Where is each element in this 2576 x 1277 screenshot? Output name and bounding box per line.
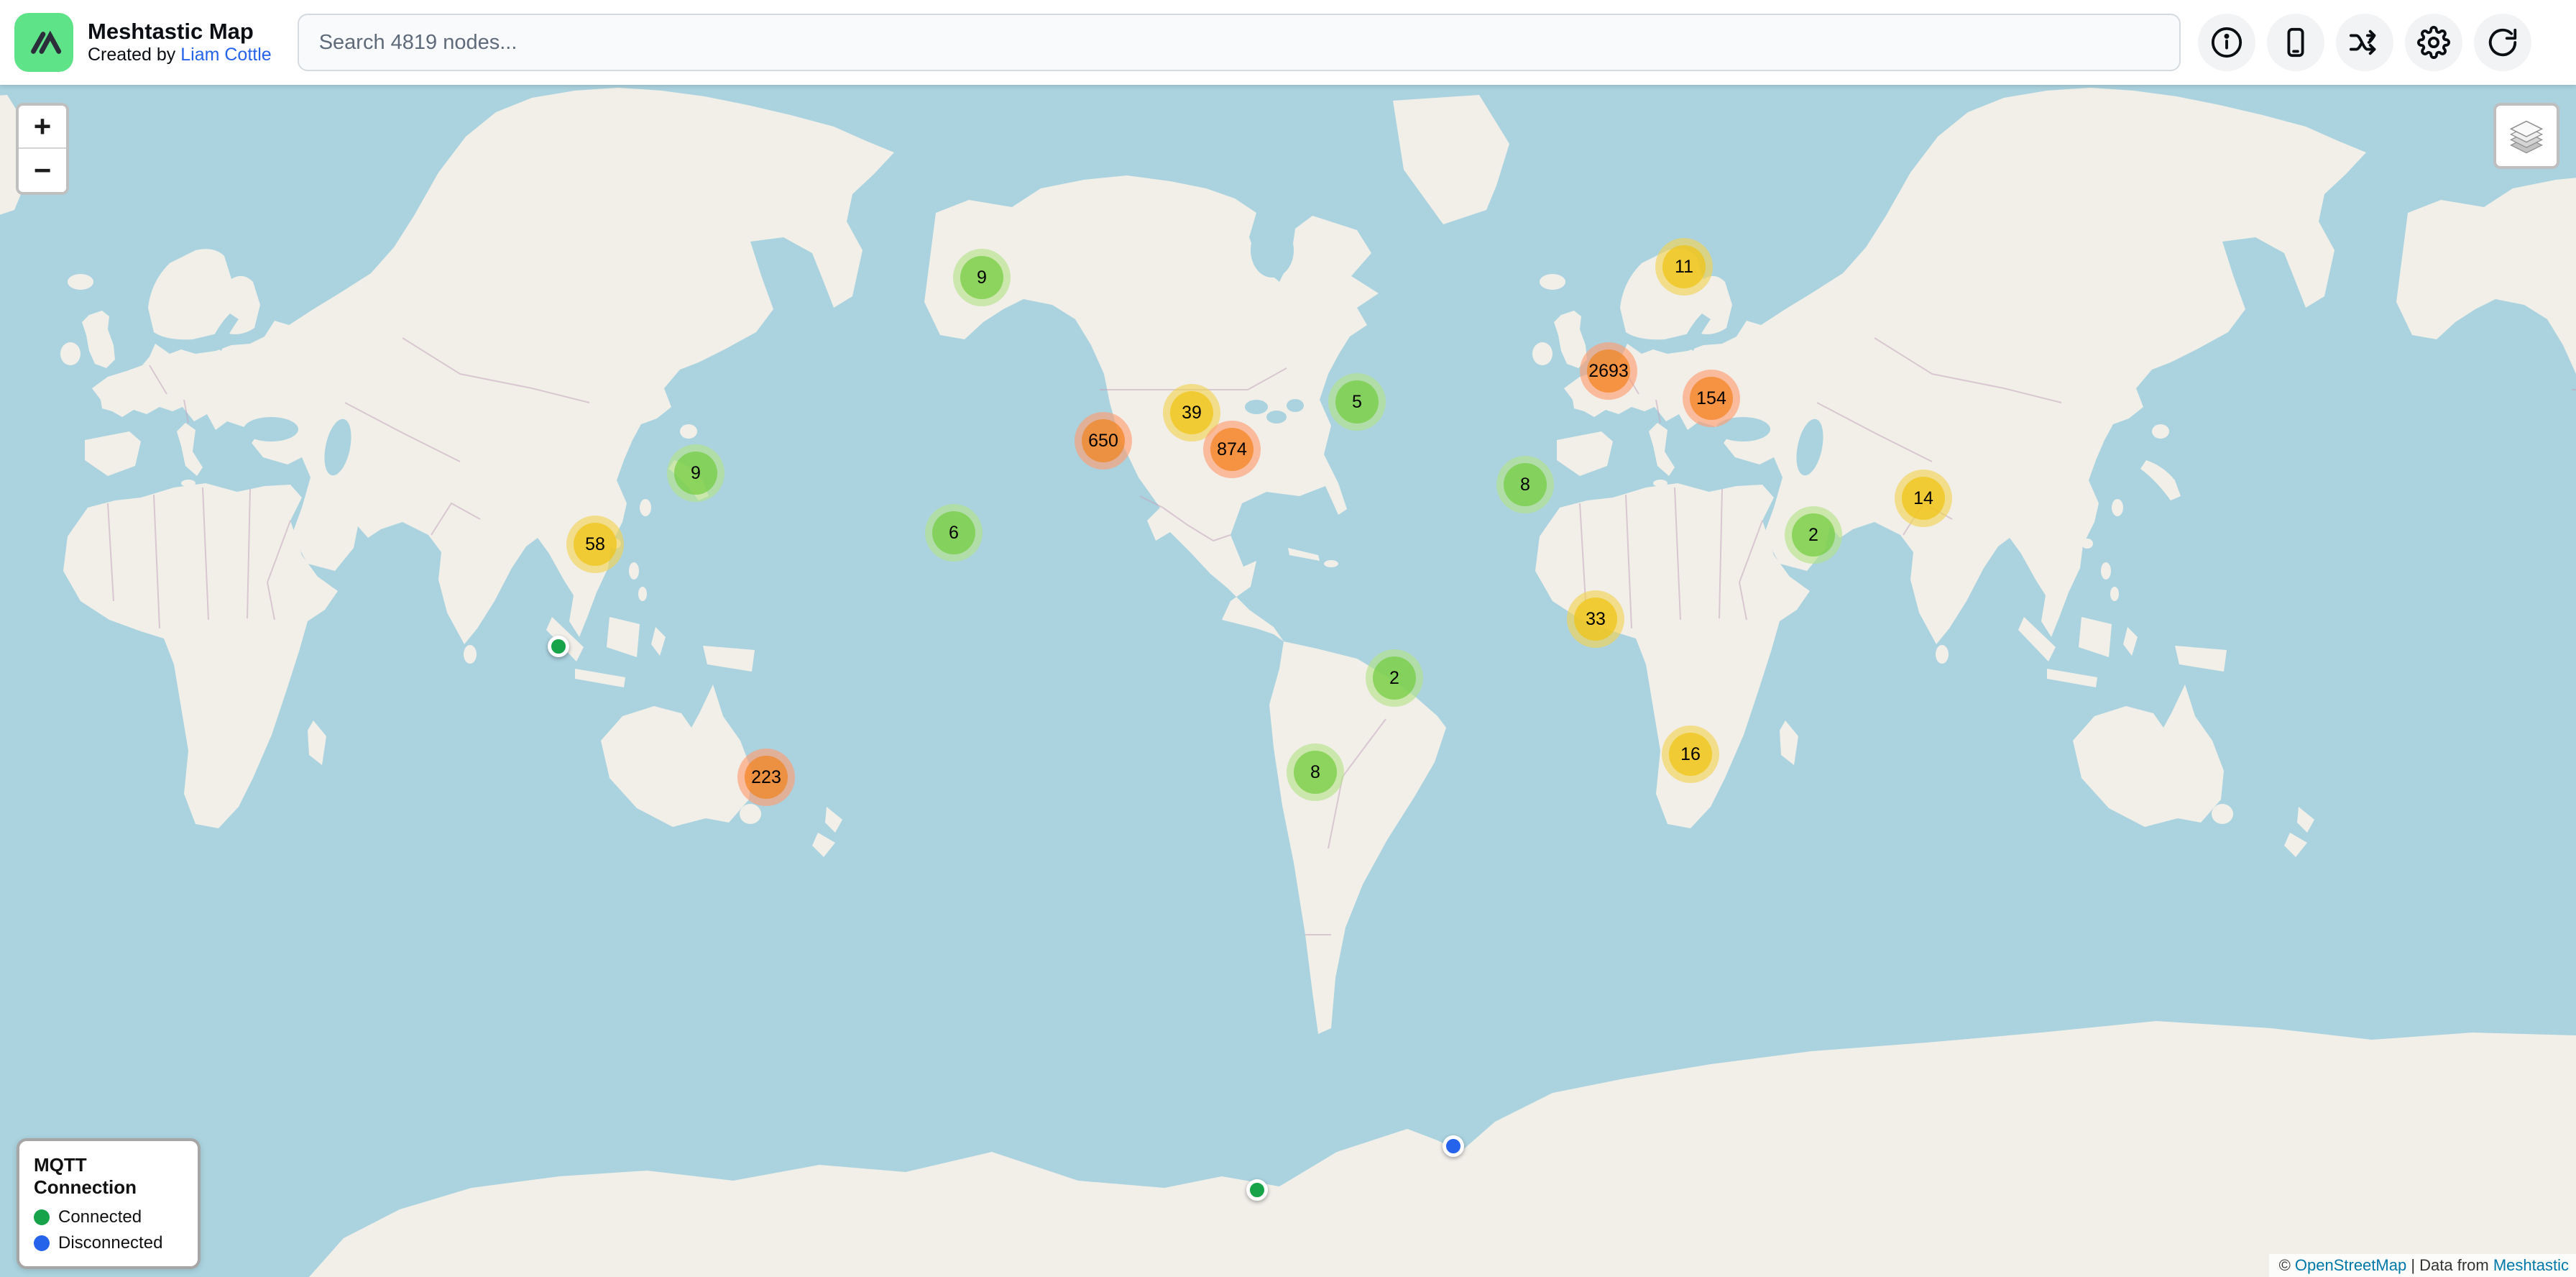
node-cluster-marker[interactable]: 154 [1683, 370, 1740, 427]
cluster-count: 39 [1182, 404, 1202, 422]
layers-icon [2506, 116, 2547, 156]
node-cluster-marker[interactable]: 8 [1287, 743, 1344, 801]
cluster-count: 9 [977, 269, 987, 287]
node-cluster-marker[interactable]: 8 [1496, 456, 1554, 513]
legend-status-dot [34, 1235, 50, 1251]
layers-control-button[interactable] [2493, 103, 2559, 169]
header-buttons [2198, 14, 2531, 71]
cluster-count: 2 [1808, 526, 1818, 544]
node-cluster-marker[interactable]: 6 [925, 504, 983, 562]
page-title: Meshtastic Map [88, 19, 272, 45]
map-canvas[interactable]: 9 11 2693 154 39 650 874 5 9 58 6 8 2 14 33 2 16 8 223 [0, 0, 2576, 1277]
node-cluster-marker[interactable]: 58 [566, 516, 624, 573]
zoom-control: + − [16, 103, 69, 195]
legend-status-label: Disconnected [58, 1233, 162, 1253]
node-cluster-marker[interactable]: 650 [1075, 412, 1132, 470]
cluster-count: 5 [1352, 393, 1362, 411]
node-cluster-marker[interactable]: 2693 [1580, 342, 1637, 400]
legend-status-dot [34, 1209, 50, 1225]
node-cluster-marker[interactable]: 874 [1203, 421, 1261, 478]
node-cluster-marker[interactable]: 5 [1328, 373, 1386, 431]
mqtt-legend: MQTT Connection Connected Disconnected [17, 1138, 201, 1269]
zoom-out-button[interactable]: − [19, 149, 66, 192]
title-block: Meshtastic Map Created by Liam Cottle [88, 19, 272, 67]
cluster-count: 223 [751, 769, 781, 787]
osm-link[interactable]: OpenStreetMap [2295, 1256, 2406, 1275]
cluster-count: 16 [1680, 746, 1701, 764]
cluster-count: 6 [949, 524, 959, 542]
cluster-count: 2693 [1588, 362, 1629, 380]
cluster-count: 11 [1675, 258, 1693, 276]
byline-prefix: Created by [88, 45, 180, 65]
cluster-count: 874 [1217, 441, 1247, 459]
node-cluster-marker[interactable]: 9 [667, 444, 724, 502]
info-button[interactable] [2198, 14, 2255, 71]
node-cluster-marker[interactable]: 9 [953, 249, 1011, 306]
refresh-button[interactable] [2474, 14, 2531, 71]
cluster-count: 14 [1913, 490, 1933, 508]
refresh-icon [2486, 26, 2519, 59]
map-attribution: © OpenStreetMap | Data from Meshtastic [2269, 1254, 2576, 1277]
byline: Created by Liam Cottle [88, 44, 272, 66]
cluster-count: 8 [1310, 764, 1320, 782]
search-input[interactable] [298, 14, 2181, 71]
attribution-separator: | Data from [2406, 1256, 2493, 1275]
settings-gear-icon [2417, 26, 2450, 59]
node-cluster-marker[interactable]: 33 [1567, 590, 1624, 648]
node-cluster-marker[interactable]: 11 [1655, 238, 1713, 296]
legend-items: Connected Disconnected [34, 1207, 183, 1253]
copyright-text: © [2279, 1256, 2295, 1275]
info-icon [2210, 26, 2243, 59]
cluster-count: 154 [1696, 390, 1726, 408]
shuffle-icon [2348, 26, 2381, 59]
author-link[interactable]: Liam Cottle [180, 45, 271, 65]
legend-item: Disconnected [34, 1233, 183, 1253]
node-marker-disconnected[interactable] [1443, 1135, 1464, 1157]
meshtastic-link[interactable]: Meshtastic [2493, 1256, 2569, 1275]
legend-title: MQTT Connection [34, 1154, 183, 1199]
node-marker-connected[interactable] [548, 636, 569, 657]
cluster-count: 8 [1520, 476, 1530, 494]
node-cluster-marker[interactable]: 16 [1662, 726, 1719, 783]
cluster-count: 9 [691, 464, 701, 482]
meshtastic-logo-icon [14, 13, 73, 72]
header-bar: Meshtastic Map Created by Liam Cottle [0, 0, 2576, 85]
node-cluster-marker[interactable]: 223 [737, 749, 795, 806]
mobile-app-button[interactable] [2267, 14, 2324, 71]
node-marker-connected[interactable] [1246, 1179, 1268, 1201]
cluster-count: 650 [1088, 432, 1118, 450]
node-cluster-marker[interactable]: 2 [1366, 649, 1423, 707]
cluster-count: 33 [1586, 610, 1606, 628]
smartphone-icon [2279, 26, 2312, 59]
cluster-count: 2 [1389, 669, 1399, 687]
legend-status-label: Connected [58, 1207, 142, 1227]
settings-button[interactable] [2405, 14, 2462, 71]
random-node-button[interactable] [2336, 14, 2393, 71]
legend-item: Connected [34, 1207, 183, 1227]
cluster-count: 58 [585, 536, 605, 554]
search-wrap [298, 14, 2181, 71]
node-cluster-marker[interactable]: 14 [1895, 470, 1952, 527]
node-cluster-marker[interactable]: 2 [1785, 506, 1842, 564]
marker-layer: 9 11 2693 154 39 650 874 5 9 58 6 8 2 14 33 2 16 8 223 [0, 0, 2576, 1277]
zoom-in-button[interactable]: + [19, 106, 66, 149]
